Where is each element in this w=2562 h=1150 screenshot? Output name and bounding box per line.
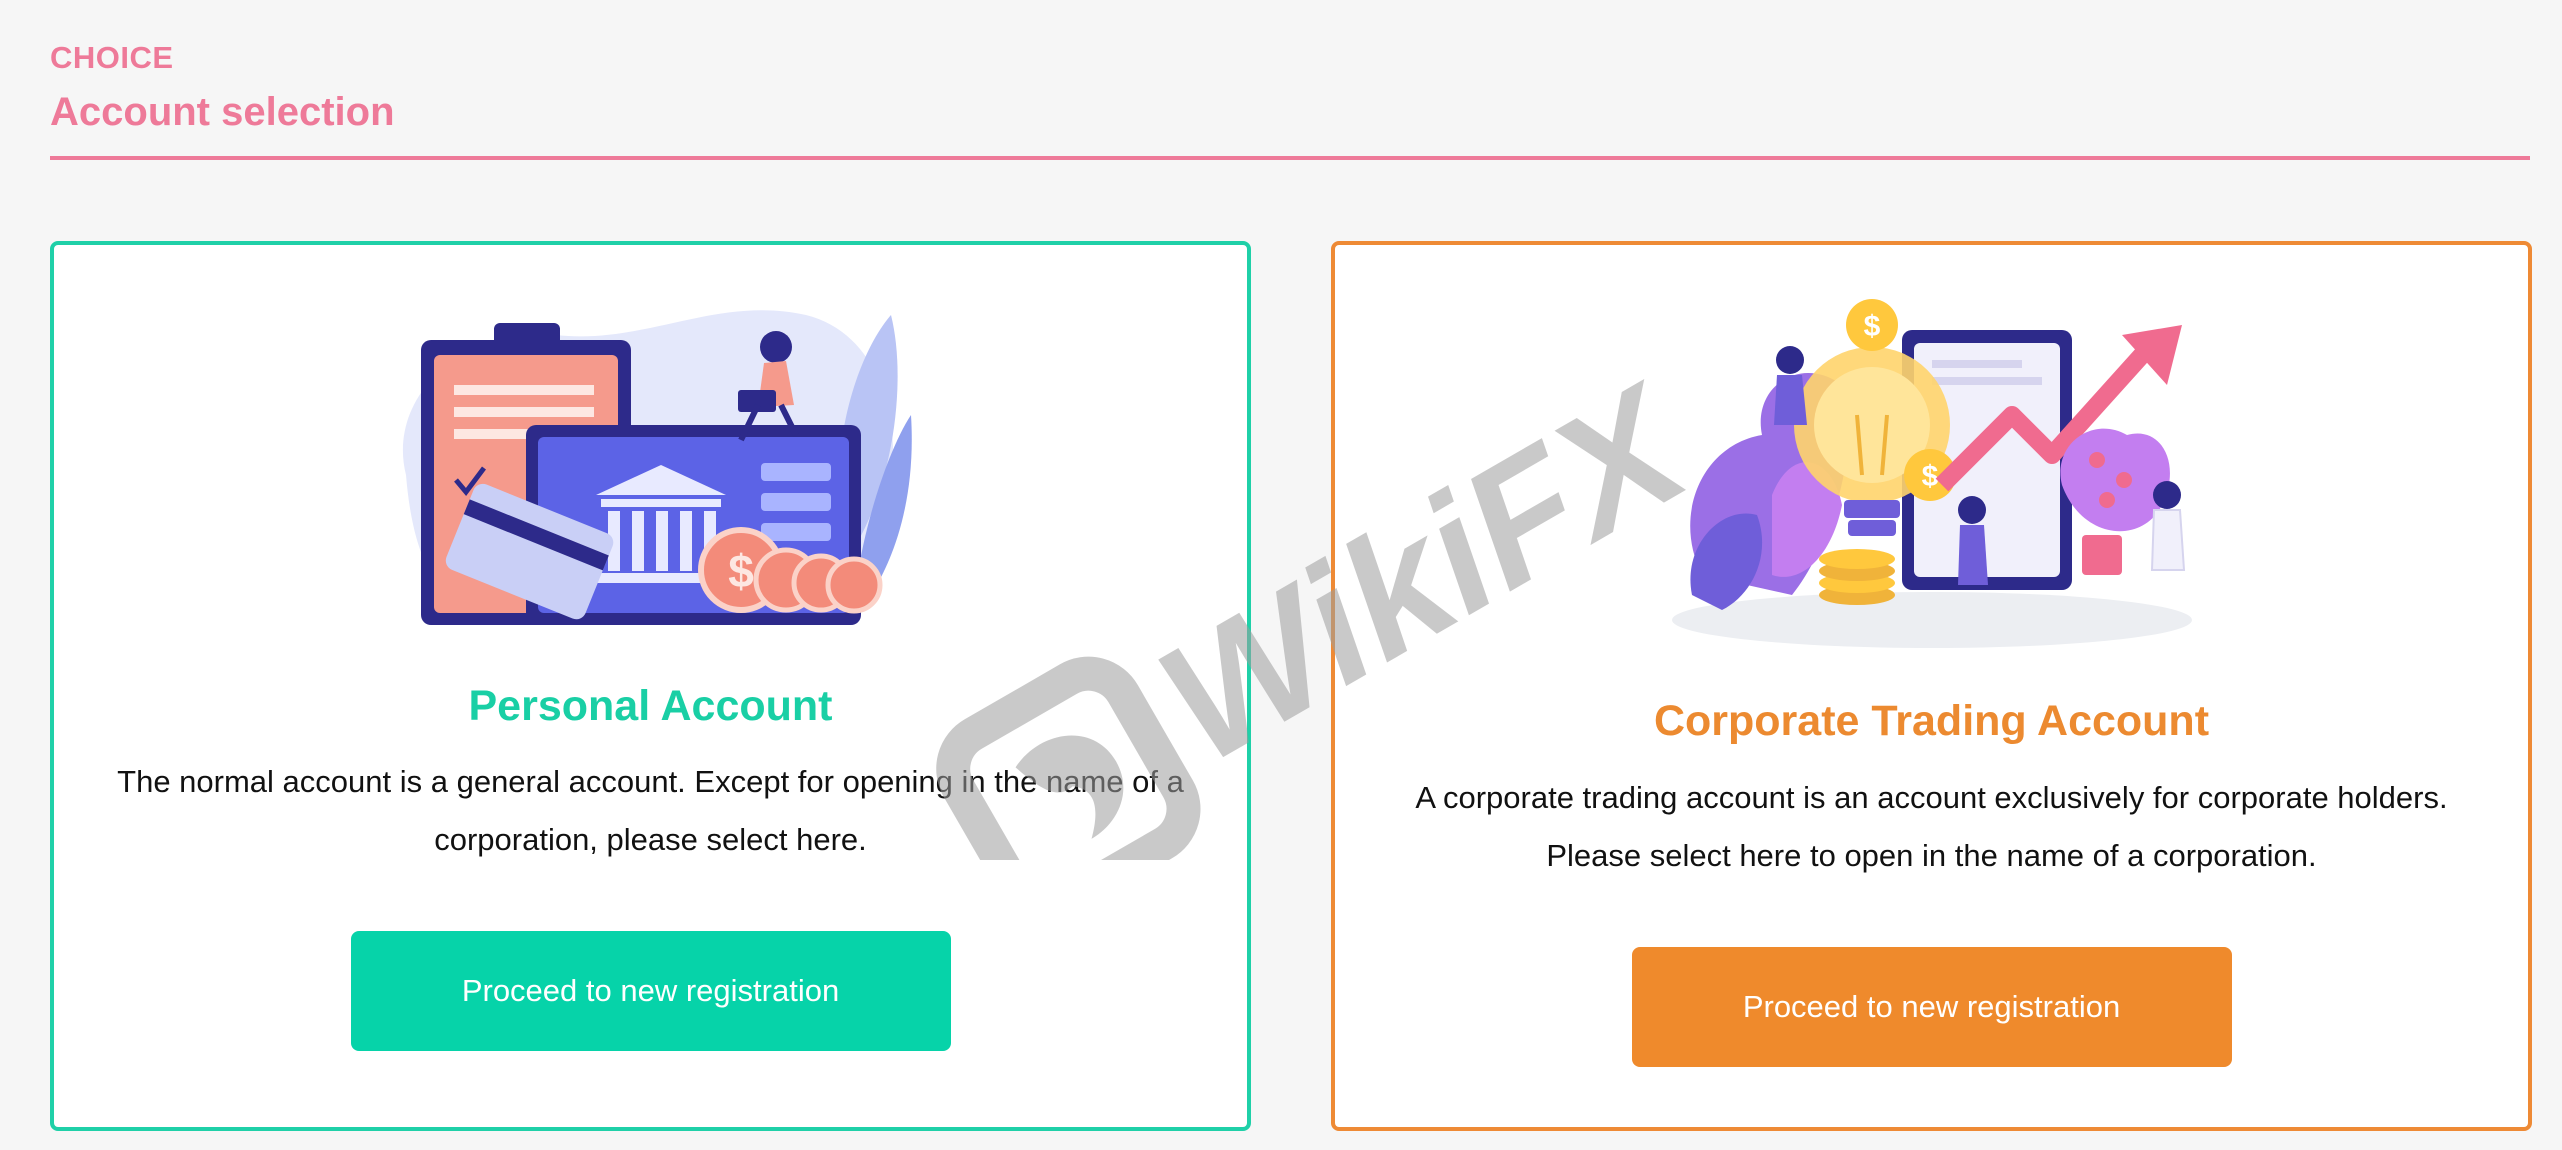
corporate-register-button[interactable]: Proceed to new registration	[1631, 947, 2232, 1067]
card-description: The normal account is a general account.…	[117, 764, 1184, 857]
account-selection-page: CHOICE Account selection $ Personal Acco…	[0, 0, 2562, 1150]
svg-text:$: $	[728, 545, 754, 597]
section-eyebrow: CHOICE	[50, 40, 174, 75]
bank-illustration-icon: $	[402, 310, 912, 625]
page-title: Account selection	[50, 90, 395, 134]
svg-text:$: $	[1921, 460, 1938, 493]
personal-register-button[interactable]: Proceed to new registration	[350, 931, 951, 1051]
finance-growth-illustration-icon: $ $	[1671, 299, 2192, 648]
section-header: CHOICE Account selection	[50, 38, 2530, 160]
corporate-account-card: $ $ Corporate Trading Account A corporat…	[1331, 241, 2532, 1131]
card-title: Corporate Trading Account	[1653, 697, 2210, 745]
personal-account-card: $ Personal Account The normal account is…	[50, 241, 1251, 1131]
card-description: A corporate trading account is an accoun…	[1415, 780, 2448, 873]
card-title: Personal Account	[468, 682, 833, 730]
svg-text:$: $	[1863, 310, 1880, 343]
